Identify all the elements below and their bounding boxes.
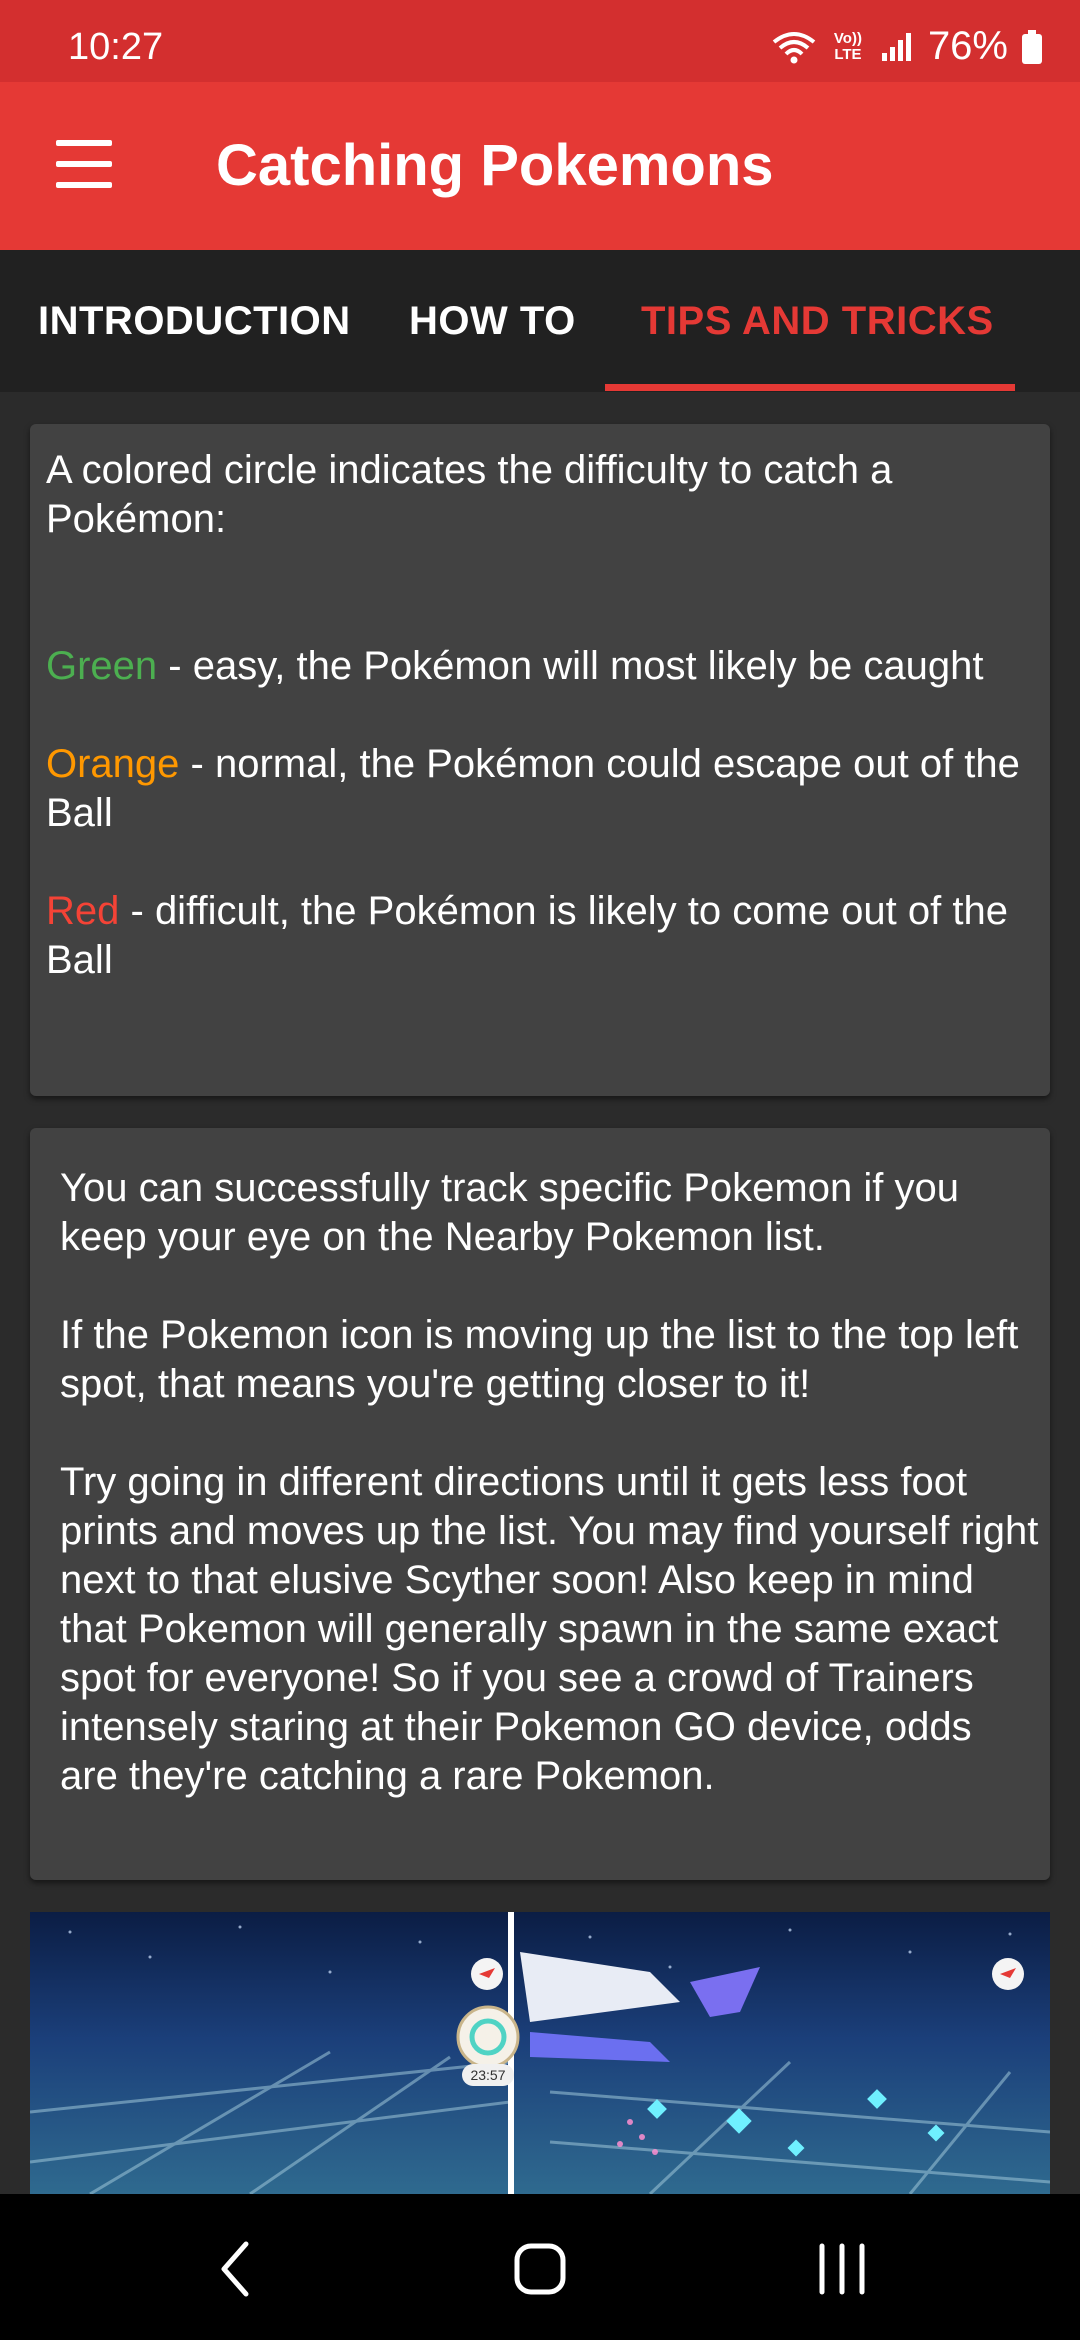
recent-apps-icon[interactable] <box>802 2234 882 2304</box>
tracking-tips-card: You can successfully track specific Poke… <box>30 1128 1050 1880</box>
status-time: 10:27 <box>68 26 164 68</box>
game-screenshot-image: 23:57 <box>30 1912 1050 2194</box>
battery-icon <box>1022 29 1042 64</box>
back-icon[interactable] <box>196 2234 276 2304</box>
tab-bar: INTRODUCTION HOW TO TIPS AND TRICKS <box>0 250 1080 392</box>
volte-icon: Vo)) LTE <box>833 29 862 63</box>
tip-paragraph-1: You can successfully track specific Poke… <box>60 1166 959 1259</box>
tab-introduction[interactable]: INTRODUCTION <box>38 250 351 392</box>
tab-tips-and-tricks[interactable]: TIPS AND TRICKS <box>641 250 994 392</box>
page-title: Catching Pokemons <box>216 133 774 198</box>
tip-paragraph-3: Try going in different directions until … <box>60 1460 1039 1798</box>
tip-paragraph-2: If the Pokemon icon is moving up the lis… <box>60 1313 1019 1406</box>
difficulty-item-green: Green - easy, the Pokémon will most like… <box>46 644 984 688</box>
color-word-green: Green <box>46 644 158 688</box>
difficulty-intro: A colored circle indicates the difficult… <box>46 448 893 541</box>
hamburger-menu-icon[interactable] <box>40 126 128 206</box>
home-icon[interactable] <box>500 2234 580 2304</box>
screenshot-timer: 23:57 <box>470 2067 505 2083</box>
game-map-illustration: 23:57 <box>30 1912 1050 2194</box>
difficulty-item-orange: Orange - normal, the Pokémon could escap… <box>46 742 1020 835</box>
system-nav-bar <box>0 2194 1080 2340</box>
battery-percent: 76% <box>927 24 1008 68</box>
active-tab-indicator <box>605 384 1015 391</box>
tab-how-to[interactable]: HOW TO <box>409 250 576 392</box>
color-word-orange: Orange <box>46 742 180 786</box>
app-bar: Catching Pokemons <box>0 82 1080 250</box>
color-word-red: Red <box>46 889 120 933</box>
status-bar: 10:27 Vo)) LTE 76% <box>0 0 1080 82</box>
difficulty-card: A colored circle indicates the difficult… <box>30 424 1050 1096</box>
difficulty-item-red: Red - difficult, the Pokémon is likely t… <box>46 889 1008 982</box>
wifi-icon <box>772 31 816 63</box>
signal-icon <box>881 32 911 61</box>
status-icons: Vo)) LTE 76% <box>772 24 1042 69</box>
